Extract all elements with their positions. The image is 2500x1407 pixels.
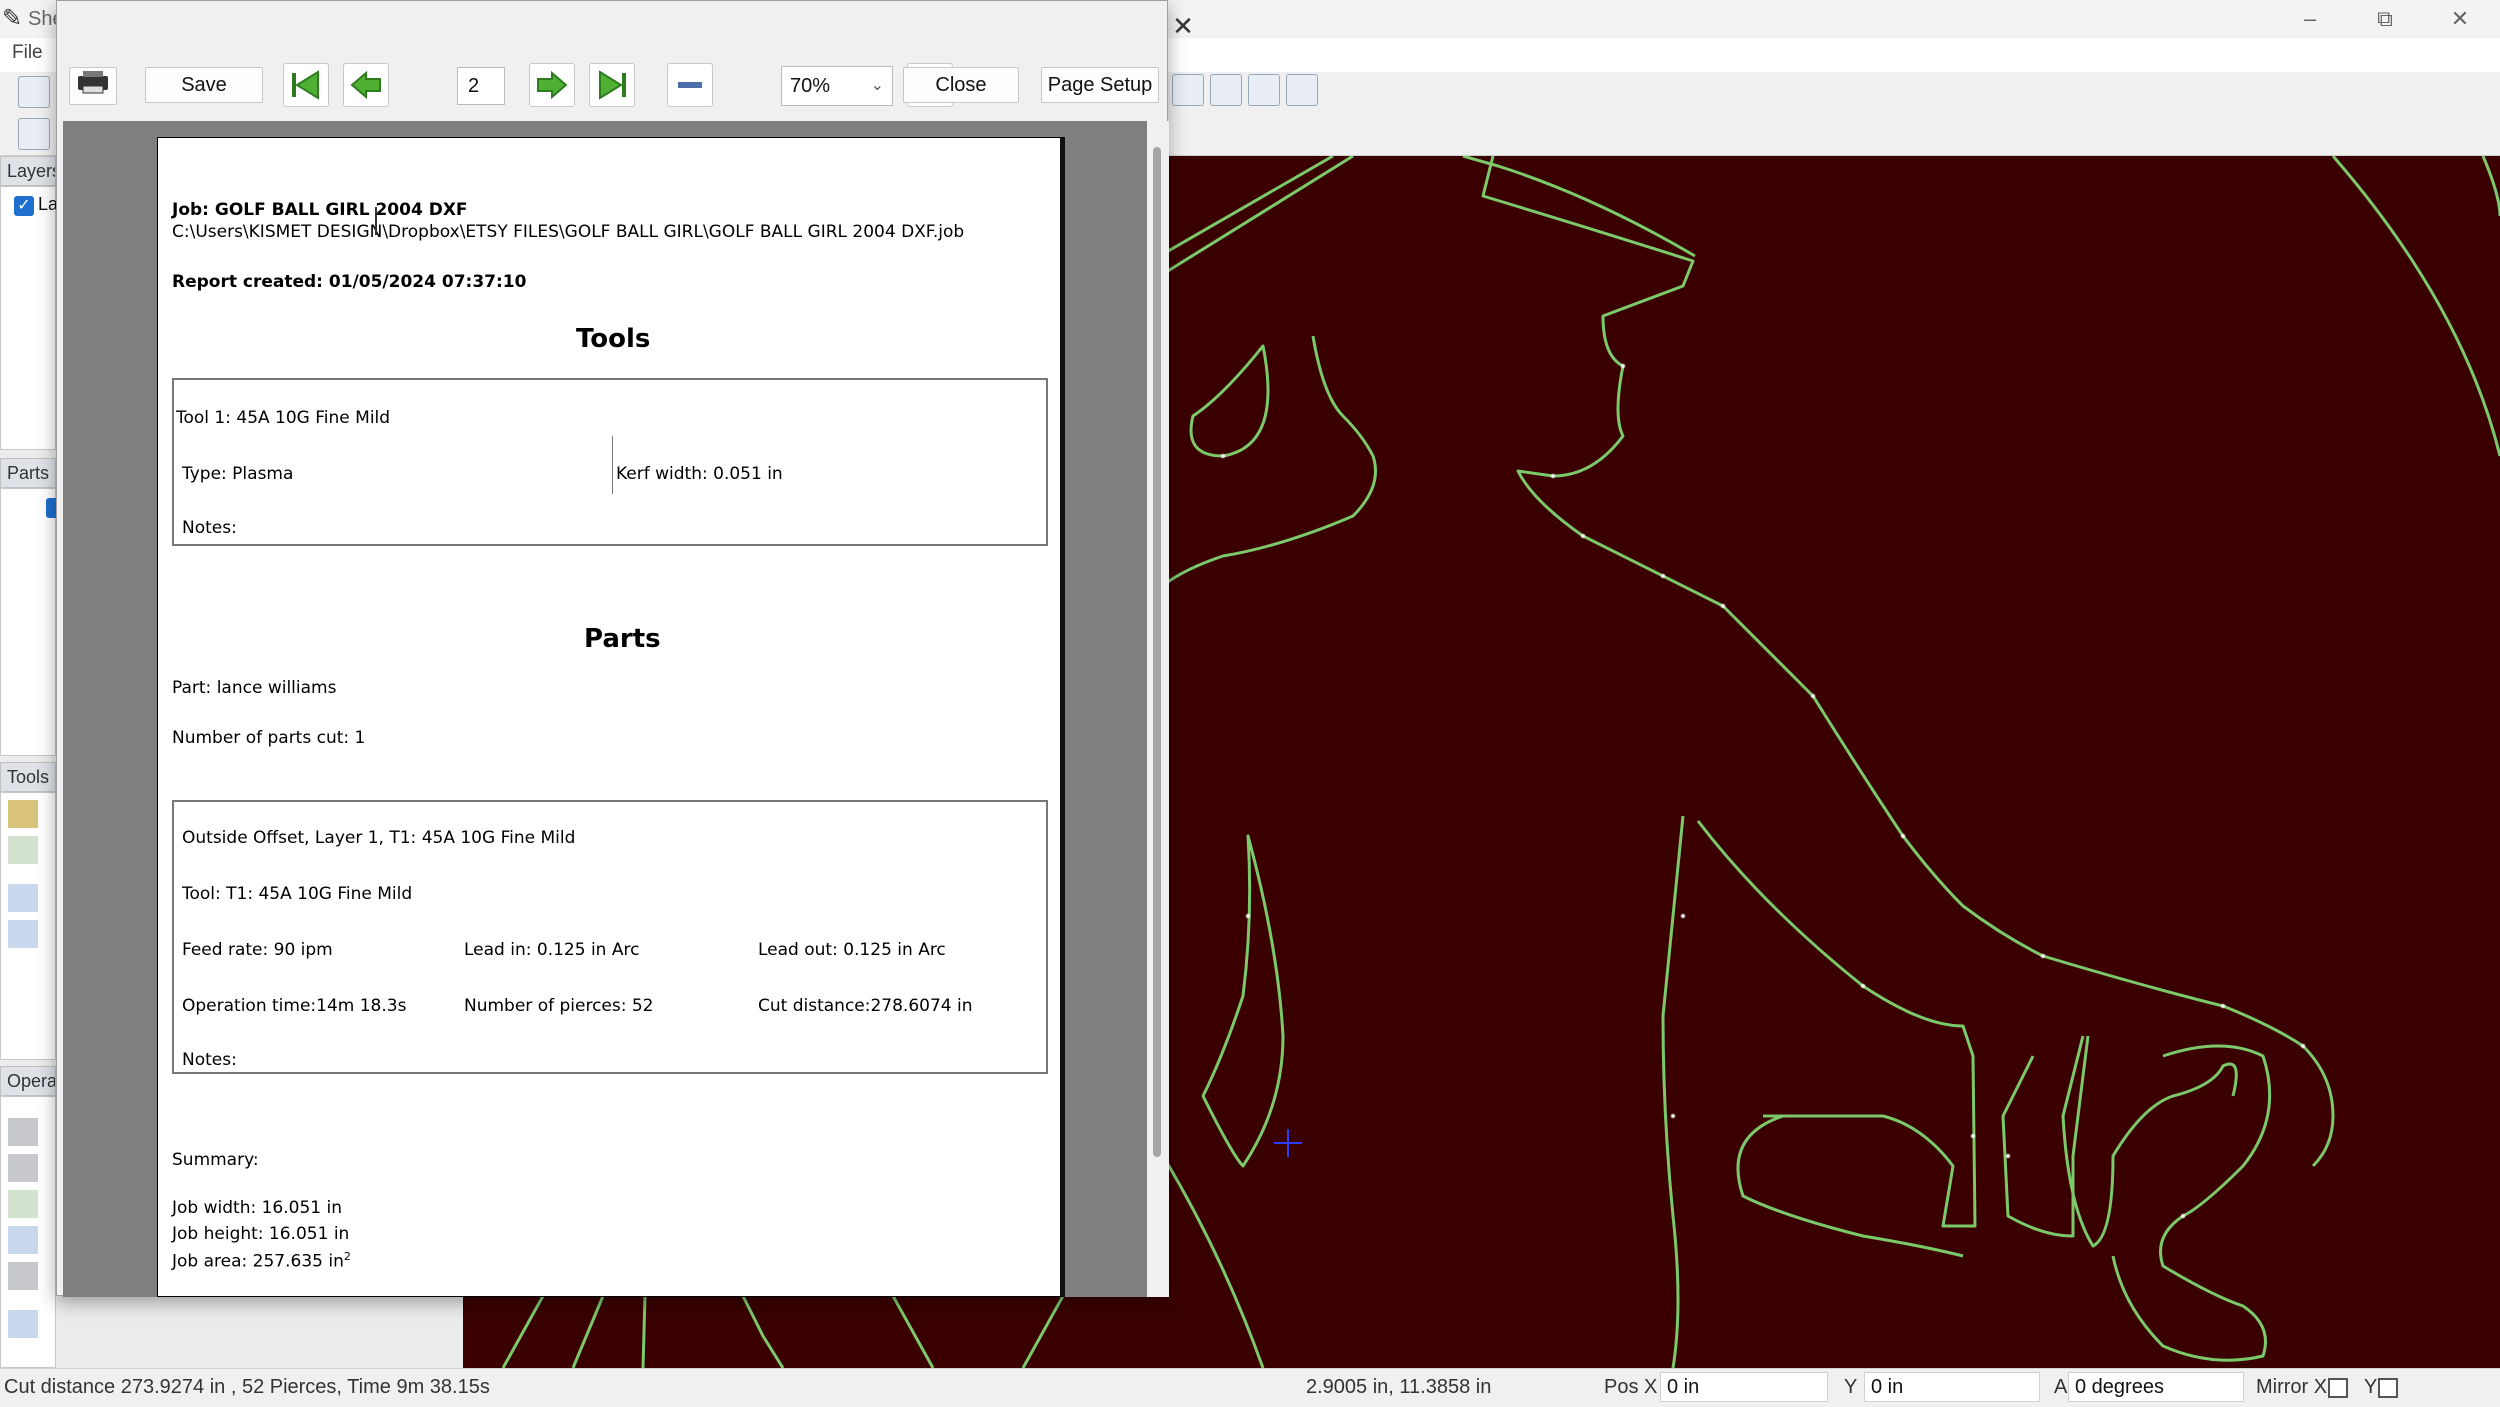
operation-gcode-icon[interactable] <box>8 1190 38 1218</box>
parts-panel-title: Parts <box>0 458 56 488</box>
operation-torch-icon[interactable] <box>8 1118 38 1146</box>
app-pen-icon: ✎ <box>2 5 23 32</box>
layers-panel <box>0 186 56 450</box>
zoom-value: 70% <box>790 75 831 97</box>
canvas-lower-paths <box>501 1296 1065 1368</box>
report-created: Report created: 01/05/2024 07:37:10 <box>172 272 527 292</box>
menu-file[interactable]: File <box>12 42 43 64</box>
operation-table-icon[interactable] <box>8 1310 38 1338</box>
window-close-button[interactable]: ✕ <box>2425 0 2495 38</box>
restore-button[interactable]: ⧉ <box>2350 0 2420 38</box>
canvas-lower-strip[interactable] <box>463 1296 1163 1368</box>
preview-scroll-thumb[interactable] <box>1153 147 1161 1157</box>
tool-type: Type: Plasma <box>182 464 294 484</box>
first-page-icon <box>292 70 319 100</box>
run-job-icon[interactable] <box>18 76 50 108</box>
close-preview-button[interactable]: Close <box>903 67 1019 103</box>
operation-time: Operation time:14m 18.3s <box>182 996 407 1016</box>
lead-in: Lead in: 0.125 in Arc <box>464 940 640 960</box>
job-path: C:\Users\KISMET DESIGN\Dropbox\ETSY FILE… <box>172 222 965 242</box>
zoom-settings-icon[interactable] <box>1286 74 1318 106</box>
pos-x-label: Pos X <box>1604 1376 1658 1398</box>
save-button[interactable]: Save <box>145 67 263 103</box>
previous-page-icon <box>350 70 381 100</box>
previous-page-button[interactable] <box>343 63 389 107</box>
zoom-out-icon <box>678 82 702 88</box>
pos-x-input[interactable]: 0 in <box>1660 1372 1828 1402</box>
operation-tool: Tool: T1: 45A 10G Fine Mild <box>182 884 413 904</box>
lead-out: Lead out: 0.125 in Arc <box>758 940 946 960</box>
last-page-button[interactable] <box>589 63 635 107</box>
layers-panel-title: Layers <box>0 156 56 186</box>
zoom-out-button[interactable] <box>667 63 713 107</box>
mirror-y-checkbox[interactable] <box>2378 1378 2398 1398</box>
job-area-unit-superscript: 2 <box>343 1250 351 1263</box>
pos-y-input[interactable]: 0 in <box>1864 1372 2040 1402</box>
page-setup-button[interactable]: Page Setup <box>1041 67 1159 103</box>
dialog-close-button[interactable]: ✕ <box>1163 9 1203 43</box>
next-page-icon <box>537 70 568 100</box>
mirror-x-checkbox[interactable] <box>2328 1378 2348 1398</box>
angle-label: A <box>2054 1376 2068 1398</box>
last-page-icon <box>599 70 626 100</box>
tool-kerf: Kerf width: 0.051 in <box>616 464 783 484</box>
print-button[interactable] <box>69 67 117 105</box>
job-area-value: Job area: 257.635 in <box>172 1251 344 1272</box>
pierce-count: Number of pierces: 52 <box>464 996 654 1016</box>
job-width: Job width: 16.051 in <box>172 1198 342 1218</box>
report-page: Job: GOLF BALL GIRL 2004 DXF C:\Users\KI… <box>157 137 1065 1297</box>
layer-checkbox[interactable]: ✓ <box>14 196 34 216</box>
first-page-button[interactable] <box>283 63 329 107</box>
zoom-window-icon[interactable] <box>1210 74 1242 106</box>
tool-list-icon[interactable] <box>8 920 38 948</box>
cut-distance: Cut distance:278.6074 in <box>758 996 973 1016</box>
part-name: Part: lance williams <box>172 678 337 698</box>
operation-nest-icon[interactable] <box>8 1226 38 1254</box>
tools-panel-title: Tools <box>0 762 56 792</box>
tool-box <box>172 378 1048 546</box>
crosshair-cursor <box>1274 1129 1302 1157</box>
chevron-down-icon: ⌄ <box>870 77 884 94</box>
text-cursor-icon <box>375 207 377 235</box>
cut-settings-icon[interactable] <box>18 118 50 150</box>
drawing-canvas[interactable] <box>1163 156 2500 1368</box>
status-coordinates: 2.9005 in, 11.3858 in <box>1306 1376 1492 1398</box>
operation-title: Outside Offset, Layer 1, T1: 45A 10G Fin… <box>182 828 576 848</box>
tool-name: Tool 1: 45A 10G Fine Mild <box>176 408 391 428</box>
feed-rate: Feed rate: 90 ipm <box>182 940 333 960</box>
page-number-input[interactable]: 2 <box>457 67 505 105</box>
pos-y-label: Y <box>1844 1376 1858 1398</box>
tools-heading: Tools <box>576 324 651 354</box>
gcode-tool-icon[interactable] <box>8 836 38 864</box>
job-title: Job: GOLF BALL GIRL 2004 DXF <box>172 200 468 220</box>
print-preview-dialog: ✕ Save 2 70% ⌄ Close Page Setup Job: GOL… <box>56 0 1194 1297</box>
mirror-x-label: Mirror X <box>2256 1376 2328 1398</box>
minimize-button[interactable]: – <box>2275 0 2345 38</box>
operation-notes: Notes: <box>182 1050 237 1070</box>
torch-tool-icon[interactable] <box>8 800 38 828</box>
summary-label: Summary: <box>172 1150 259 1170</box>
angle-input[interactable]: 0 degrees <box>2068 1372 2244 1402</box>
cut-path-drawing <box>1163 156 2500 1368</box>
status-cut-summary: Cut distance 273.9274 in , 52 Pierces, T… <box>4 1376 490 1398</box>
pan-icon[interactable] <box>1248 74 1280 106</box>
job-area: Job area: 257.635 in2 <box>172 1250 351 1272</box>
operation-drill-icon[interactable] <box>8 1154 38 1182</box>
job-height: Job height: 16.051 in <box>172 1224 350 1244</box>
printer-icon <box>78 71 108 94</box>
zoom-fit-icon[interactable] <box>1172 74 1204 106</box>
tool-table-icon[interactable] <box>8 884 38 912</box>
mirror-y-label: Y <box>2364 1376 2378 1398</box>
tool-box-divider <box>612 436 613 494</box>
parts-heading: Parts <box>584 624 661 654</box>
operation-edit-icon[interactable] <box>8 1262 38 1290</box>
operations-panel-title: Opera <box>0 1066 56 1096</box>
tool-notes: Notes: <box>182 518 237 538</box>
parts-panel <box>0 488 56 756</box>
zoom-select[interactable]: 70% ⌄ <box>781 66 893 106</box>
parts-cut: Number of parts cut: 1 <box>172 728 366 748</box>
next-page-button[interactable] <box>529 63 575 107</box>
